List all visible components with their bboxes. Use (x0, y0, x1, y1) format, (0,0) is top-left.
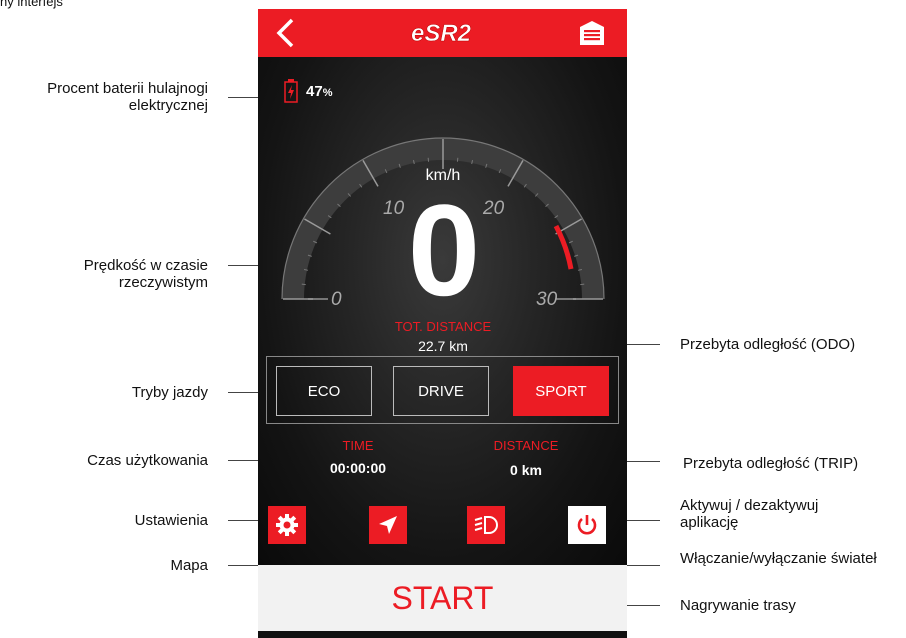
mode-drive-button[interactable]: DRIVE (393, 366, 489, 416)
headlight-icon (474, 516, 498, 534)
annotation-odo: Przebyta odległość (ODO) (680, 336, 856, 353)
distance-value: 0 km (510, 462, 542, 478)
map-button[interactable] (369, 506, 407, 544)
battery-indicator: 47% (284, 79, 332, 103)
total-distance-value: 22.7 km (418, 338, 468, 354)
brand-logo: eSR2 (411, 20, 472, 46)
distance-label: DISTANCE (493, 438, 559, 453)
lights-button[interactable] (467, 506, 505, 544)
logo-text: eSR2 (411, 20, 472, 46)
annotation-speed: Prędkość w czasie rzeczywistym (83, 257, 208, 291)
power-icon (577, 515, 597, 535)
gear-icon (276, 514, 298, 536)
battery-icon (284, 79, 298, 103)
back-button[interactable] (272, 17, 298, 49)
total-distance-label: TOT. DISTANCE (394, 319, 492, 334)
phone-screen: eSR2 47% 0 10 20 30 km/h 0 TOT. DISTANCE… (258, 9, 627, 638)
chevron-left-icon (276, 18, 294, 48)
bottom-bar (258, 631, 627, 638)
annotation-trip: Przebyta odległość (TRIP) (683, 455, 859, 472)
top-fragment-text: ny interfejs (0, 0, 63, 9)
annotation-time: Czas użytkowania (87, 452, 208, 469)
start-button[interactable]: START (258, 565, 627, 631)
garage-button[interactable] (578, 19, 606, 47)
time-label: TIME (342, 438, 374, 453)
time-value: 00:00:00 (329, 460, 387, 476)
annotation-battery: Procent baterii hulajnogi elektrycznej (47, 80, 208, 114)
annotation-map: Mapa (170, 557, 208, 574)
top-bar: eSR2 (258, 9, 627, 57)
garage-icon (580, 21, 604, 45)
annotation-lights: Włączanie/wyłączanie świateł (680, 550, 877, 567)
drive-modes: ECO DRIVE SPORT (266, 356, 619, 424)
annotation-settings: Ustawienia (134, 512, 208, 529)
annotation-record: Nagrywanie trasy (680, 597, 796, 614)
settings-button[interactable] (268, 506, 306, 544)
battery-percent: 47% (306, 82, 333, 100)
annotation-app-toggle: Aktywuj / dezaktywuj aplikację (680, 497, 819, 531)
gauge-label-0: 0 (331, 289, 342, 309)
power-toggle-button[interactable] (568, 506, 606, 544)
mode-eco-button[interactable]: ECO (276, 366, 372, 416)
navigation-arrow-icon (379, 516, 397, 534)
annotation-modes: Tryby jazdy (131, 384, 208, 401)
gauge-label-30: 30 (536, 289, 558, 309)
current-speed: 0 (407, 177, 480, 323)
mode-sport-button[interactable]: SPORT (513, 366, 609, 416)
